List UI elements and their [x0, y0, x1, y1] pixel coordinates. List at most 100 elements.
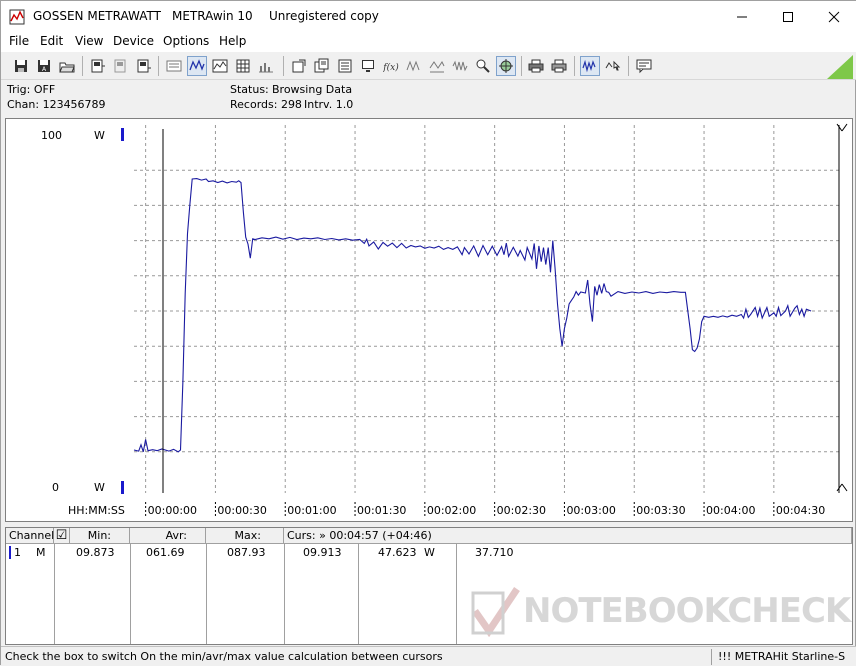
x-tick-label: 00:00:30 — [217, 504, 266, 517]
export-icon — [292, 59, 306, 73]
open-button[interactable] — [57, 56, 77, 76]
toolbar-separator — [82, 56, 83, 76]
row-cursor-c-value: 37.710 — [475, 546, 514, 559]
channel-color-marker — [9, 546, 11, 559]
chart-grid — [134, 125, 840, 493]
x-tick-labels: 00:00:00 00:00:30 00:01:00 00:01:30 00:02:00… — [145, 502, 825, 517]
menu-edit[interactable]: Edit — [40, 34, 63, 48]
zoom-cursor-button[interactable] — [603, 56, 623, 76]
toolbar-separator — [628, 56, 629, 76]
settings-list-button[interactable] — [335, 56, 355, 76]
filter-icon — [476, 59, 490, 73]
y-axis-unit-bottom: W — [94, 481, 105, 494]
chart-view-button[interactable] — [210, 56, 230, 76]
comment-icon — [636, 59, 652, 74]
app-icon — [9, 9, 25, 25]
monitor-icon — [362, 60, 374, 72]
bargraph-icon — [259, 63, 273, 73]
menu-options[interactable]: Options — [163, 34, 209, 48]
save-all-button[interactable]: A — [34, 56, 54, 76]
fx-button[interactable]: f(x) — [381, 56, 401, 76]
print-preview-button[interactable] — [549, 56, 569, 76]
svg-text:f(x): f(x) — [383, 62, 399, 73]
export-button[interactable] — [289, 56, 309, 76]
wave-a-icon — [406, 60, 420, 72]
x-tick-label: 00:04:00 — [706, 504, 755, 517]
device-gray-icon — [114, 59, 126, 73]
wave-a-button[interactable] — [404, 56, 424, 76]
close-icon — [828, 11, 840, 22]
waveform-view-button[interactable] — [187, 56, 207, 76]
bargraph-button[interactable] — [256, 56, 276, 76]
menu-device[interactable]: Device — [113, 34, 154, 48]
toolbar-separator — [283, 56, 284, 76]
minimize-icon — [737, 16, 747, 17]
power-chart[interactable]: 100 0 W W HH:MM:SS 00:00:00 00:00:30 00:01… — [6, 119, 852, 521]
x-tick-label: 00:03:30 — [636, 504, 685, 517]
cursors[interactable] — [162, 123, 848, 493]
title-brand: GOSSEN METRAWATT — [33, 9, 161, 23]
close-button[interactable] — [811, 1, 856, 32]
status-divider — [711, 649, 712, 665]
device-io-button[interactable] — [133, 56, 153, 76]
x-tick-label: 00:01:00 — [287, 504, 336, 517]
list-view-button[interactable] — [164, 56, 184, 76]
x-tick-label: 00:02:30 — [497, 504, 546, 517]
power-series-line — [133, 178, 812, 453]
menu-view[interactable]: View — [75, 34, 103, 48]
open-folder-icon — [59, 62, 75, 73]
save-button[interactable] — [11, 56, 31, 76]
watermark-check-icon — [471, 587, 520, 637]
column-divider — [54, 544, 55, 644]
device-gray-button[interactable] — [110, 56, 130, 76]
minmax-checkbox[interactable]: ☑ — [54, 528, 70, 544]
zoom-cursor-icon — [605, 60, 621, 71]
comment-button[interactable] — [634, 56, 654, 76]
menu-help[interactable]: Help — [219, 34, 246, 48]
header-max: Max: — [206, 528, 284, 544]
status-label: Status: — [230, 83, 269, 96]
wave-b-button[interactable] — [427, 56, 447, 76]
maximize-button[interactable] — [765, 1, 811, 32]
wave-b-icon — [429, 61, 445, 73]
x-tick-label: 00:01:30 — [357, 504, 406, 517]
column-divider — [358, 544, 359, 644]
menu-file[interactable]: File — [9, 34, 29, 48]
monitor-button[interactable] — [358, 56, 378, 76]
device-icon — [91, 59, 105, 73]
title-app: METRAwin 10 — [172, 9, 253, 23]
filter-button[interactable] — [473, 56, 493, 76]
x-tick-label: 00:04:30 — [776, 504, 825, 517]
header-cursor: Curs: » 00:04:57 (+04:46) — [284, 528, 852, 544]
print-preview-icon — [551, 59, 567, 73]
status-corner-icon — [827, 55, 853, 79]
x-axis-label: HH:MM:SS — [68, 504, 125, 517]
toolbar-separator — [574, 56, 575, 76]
row-cursor-a-value: 09.913 — [303, 546, 342, 559]
channel-info: Chan: 123456789 — [7, 98, 106, 111]
row-avr-value: 061.69 — [146, 546, 185, 559]
copy-button[interactable] — [312, 56, 332, 76]
cursor-button[interactable] — [496, 56, 516, 76]
title-license: Unregistered copy — [269, 9, 379, 23]
column-divider — [284, 544, 285, 644]
wave-c-button[interactable] — [450, 56, 470, 76]
x-tick-label: 00:03:00 — [566, 504, 615, 517]
device-button[interactable] — [87, 56, 107, 76]
copy-icon — [314, 58, 329, 73]
interval-value: Intrv. 1.0 — [304, 98, 354, 111]
y-axis-min-label: 0 — [52, 481, 59, 494]
print-button[interactable] — [526, 56, 546, 76]
zoom-wave-icon — [582, 59, 596, 73]
menu-bar: File Edit View Device Options Help — [1, 32, 856, 52]
waveform-icon — [189, 59, 205, 71]
toolbar: A f(x) — [1, 52, 856, 80]
save-all-icon: A — [38, 60, 50, 73]
minimize-button[interactable] — [719, 1, 765, 32]
table-view-button[interactable] — [233, 56, 253, 76]
chart-view-icon — [212, 59, 228, 73]
header-min: Min: — [70, 528, 130, 544]
header-avr: Avr: — [130, 528, 206, 544]
zoom-wave-button[interactable] — [580, 56, 600, 76]
row-channel-number: 1 — [14, 546, 21, 559]
